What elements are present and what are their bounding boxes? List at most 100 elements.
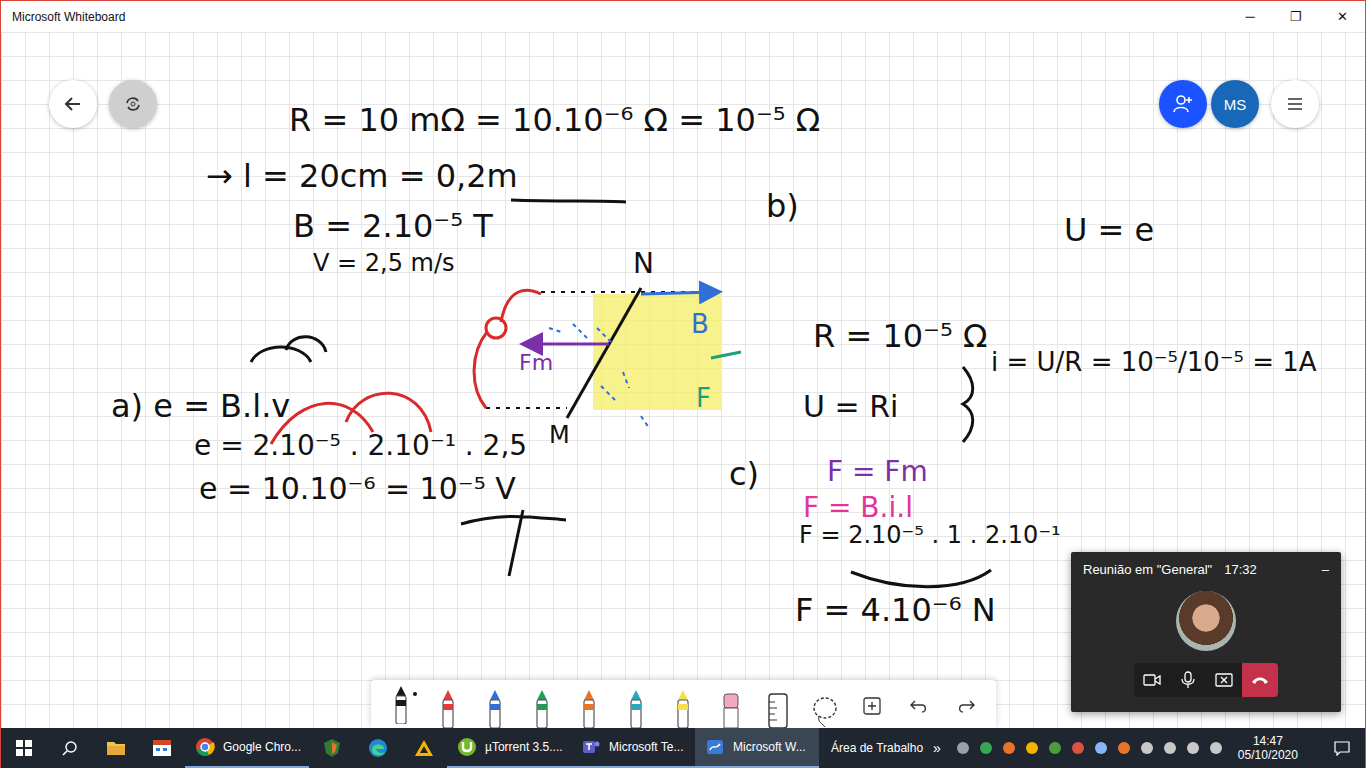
toolbar-overflow[interactable]: » xyxy=(933,740,941,756)
participant-photo xyxy=(1176,591,1236,651)
ink-text[interactable]: F xyxy=(696,384,711,414)
ink-text[interactable]: b) xyxy=(766,188,799,225)
ink-text[interactable]: F = 2.10⁻⁵ . 1 . 2.10⁻¹ xyxy=(799,522,1061,550)
calendar-app-button[interactable] xyxy=(139,728,185,768)
ink-text[interactable]: B xyxy=(691,310,709,340)
ink-text[interactable]: N xyxy=(633,248,654,280)
pen-icon xyxy=(628,688,644,728)
back-button[interactable] xyxy=(49,80,97,128)
tray-icon[interactable] xyxy=(1070,740,1086,756)
minimize-button[interactable]: – xyxy=(1322,562,1329,577)
redo-button[interactable] xyxy=(946,684,986,728)
menu-button[interactable] xyxy=(1271,80,1319,128)
user-avatar[interactable]: MS xyxy=(1211,80,1259,128)
ink-text[interactable]: e = 10.10⁻⁶ = 10⁻⁵ V xyxy=(199,472,516,507)
ink-text[interactable]: F = 4.10⁻⁶ N xyxy=(795,592,996,629)
search-button[interactable] xyxy=(47,728,93,768)
pen-tool[interactable] xyxy=(663,684,703,728)
pen-tool[interactable] xyxy=(616,684,656,728)
meeting-header: Reunião em "General"17:32– xyxy=(1071,552,1341,577)
ink-text[interactable]: → l = 20cm = 0,2m xyxy=(206,158,518,195)
pen-tool[interactable] xyxy=(475,684,515,728)
undo-icon xyxy=(909,697,929,715)
taskbar: Google Chro...µTorrent 3.5....Microsoft … xyxy=(1,728,1365,768)
plus-box-icon xyxy=(863,697,881,715)
ink-text[interactable]: R = 10 mΩ = 10.10⁻⁶ Ω = 10⁻⁵ Ω xyxy=(289,102,820,139)
pen-tool[interactable] xyxy=(522,684,562,728)
ruler-tool[interactable] xyxy=(758,684,798,728)
camera-icon xyxy=(1143,673,1161,687)
ink-text[interactable]: R = 10⁻⁵ Ω xyxy=(813,318,987,355)
ink-text[interactable]: U = e xyxy=(1064,212,1154,249)
meeting-title: Reunião em "General" xyxy=(1083,562,1212,577)
launcher-button[interactable] xyxy=(401,728,447,768)
sync-icon xyxy=(123,94,143,114)
ink-text[interactable]: M xyxy=(549,422,570,450)
taskbar-app[interactable]: µTorrent 3.5.... xyxy=(447,728,571,768)
teams-icon xyxy=(581,737,601,757)
tray-icon[interactable] xyxy=(1001,740,1017,756)
brave-button[interactable] xyxy=(309,728,355,768)
shield-browser-icon xyxy=(322,738,342,758)
hang-up-button[interactable] xyxy=(1242,663,1278,697)
tray-icon[interactable] xyxy=(978,740,994,756)
stop-share-icon xyxy=(1215,672,1233,688)
ink-toolbar xyxy=(371,680,996,728)
ink-text[interactable]: a) e = B.l.v xyxy=(111,388,290,425)
clock[interactable]: 14:4705/10/2020 xyxy=(1238,734,1298,763)
notification-icon xyxy=(1334,740,1350,756)
sync-button[interactable] xyxy=(109,80,157,128)
desktop-toolbar[interactable]: Área de Trabalho xyxy=(831,741,923,755)
ink-text[interactable]: V = 2,5 m/s xyxy=(313,250,455,278)
pen-icon xyxy=(675,688,691,728)
pen-tool[interactable] xyxy=(428,684,468,728)
tray-icon[interactable] xyxy=(1162,740,1178,756)
window-control-button[interactable]: ❐ xyxy=(1273,1,1319,32)
ink-text[interactable]: c) xyxy=(729,456,759,493)
tray-icon[interactable] xyxy=(1139,740,1155,756)
redo-icon xyxy=(956,697,976,715)
whiteboard-canvas[interactable]: R = 10 mΩ = 10.10⁻⁶ Ω = 10⁻⁵ Ω → l = 20cm… xyxy=(1,32,1365,728)
tray-app-icon xyxy=(1002,741,1016,755)
pen-tool[interactable] xyxy=(569,684,609,728)
taskbar-app[interactable]: Microsoft Te... xyxy=(571,728,695,768)
whiteboard-window: Microsoft Whiteboard─❐✕R = 10 mΩ = 10.10… xyxy=(0,0,1366,768)
ink-text[interactable]: U = Ri xyxy=(803,390,898,425)
tray-app-icon xyxy=(1140,741,1154,755)
tray-icon[interactable] xyxy=(1116,740,1132,756)
undo-button[interactable] xyxy=(899,684,939,728)
tray-app-icon xyxy=(1094,741,1108,755)
window-control-button[interactable]: ✕ xyxy=(1319,1,1365,32)
invite-button[interactable] xyxy=(1159,80,1207,128)
microphone-icon xyxy=(1181,671,1195,689)
file-explorer-button[interactable] xyxy=(93,728,139,768)
add-tool[interactable] xyxy=(852,684,892,728)
edge-button[interactable] xyxy=(355,728,401,768)
eraser-tool[interactable] xyxy=(711,684,751,728)
taskbar-app[interactable]: Google Chro... xyxy=(185,728,309,768)
lasso-tool[interactable] xyxy=(805,684,845,728)
tray-icon[interactable] xyxy=(1185,740,1201,756)
tray-icon[interactable] xyxy=(1024,740,1040,756)
mic-button[interactable] xyxy=(1170,663,1206,697)
ink-text[interactable]: Fm xyxy=(519,350,553,375)
pen-tool[interactable] xyxy=(381,684,421,728)
ink-text[interactable]: i = U/R = 10⁻⁵/10⁻⁵ = 1A xyxy=(991,348,1317,378)
ink-text[interactable]: e = 2.10⁻⁵ . 2.10⁻¹ . 2,5 xyxy=(194,430,527,462)
start-button[interactable] xyxy=(1,728,47,768)
pen-icon xyxy=(440,688,456,728)
notifications-button[interactable] xyxy=(1319,728,1365,768)
taskbar-app[interactable]: Microsoft W... xyxy=(695,728,819,768)
camera-button[interactable] xyxy=(1134,663,1170,697)
tray-app-icon xyxy=(1163,741,1177,755)
window-control-button[interactable]: ─ xyxy=(1227,1,1273,32)
tray-icon[interactable] xyxy=(1208,740,1224,756)
tray-icon[interactable] xyxy=(1093,740,1109,756)
ink-text[interactable]: B = 2.10⁻⁵ T xyxy=(293,208,493,245)
tray-icon[interactable] xyxy=(955,740,971,756)
tray-icon[interactable] xyxy=(1047,740,1063,756)
add-person-icon xyxy=(1172,93,1194,115)
stop-share-button[interactable] xyxy=(1206,663,1242,697)
ink-text[interactable]: F = B.i.l xyxy=(803,492,913,524)
ink-text[interactable]: F = Fm xyxy=(827,456,928,488)
